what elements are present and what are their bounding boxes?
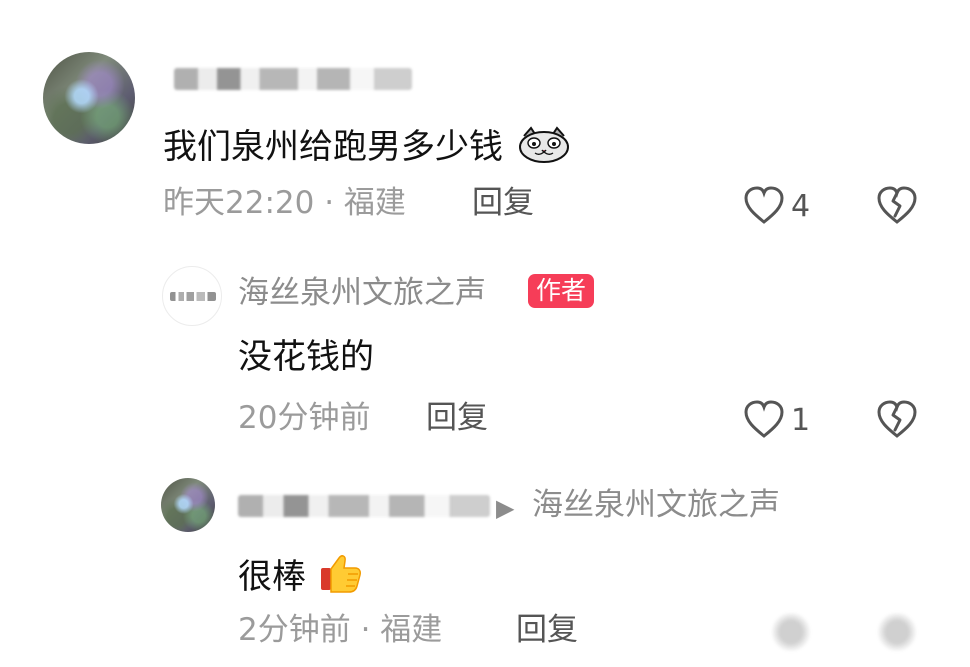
author-avatar[interactable] [162,266,222,326]
cat-face-icon [515,126,573,170]
reply-button-2[interactable]: 回复 [426,403,488,434]
comment-meta-1: 昨天22:20 · 福建 [163,185,406,221]
comment-meta-2: 20分钟前 [238,400,371,436]
like-button-2[interactable]: 1 [742,399,810,443]
heart-icon[interactable] [769,610,813,654]
author-name[interactable]: 海丝泉州文旅之声 [238,278,486,309]
blurred-username [238,495,490,517]
like-count-1: 4 [791,189,811,224]
broken-heart-icon[interactable] [875,610,919,654]
reply-button-1[interactable]: 回复 [472,188,534,219]
comment-meta-3: 2分钟前 · 福建 [238,612,443,648]
author-badge: 作者 [528,274,595,308]
reply-target-name[interactable]: 海丝泉州文旅之声 [532,490,780,521]
comment-content-2: 没花钱的 [238,337,374,377]
user-avatar[interactable] [161,478,215,532]
user-avatar[interactable] [43,52,135,144]
thumbs-up-icon [318,552,364,600]
reply-button-3[interactable]: 回复 [516,615,578,646]
reply-arrow-icon: ▶ [496,494,515,522]
comment-3: ▶ 海丝泉州文旅之声 很棒 2分钟前 · 福建 回复 [0,460,970,667]
broken-heart-icon[interactable] [875,185,919,229]
comment-2: 海丝泉州文旅之声 作者 没花钱的 20分钟前 回复 1 [0,250,970,460]
broken-heart-icon[interactable] [875,399,919,443]
comment-content-3: 很棒 [238,552,364,600]
like-button-1[interactable]: 4 [742,185,810,229]
comment-content-1: 我们泉州给跑男多少钱 [163,126,573,170]
logo-icon [170,292,216,301]
heart-icon [742,399,786,443]
comment-1: 我们泉州给跑男多少钱 昨天22:20 · 福建 回复 4 [0,0,970,250]
like-count-2: 1 [791,403,811,438]
blurred-username [174,68,412,90]
heart-icon [742,185,786,229]
